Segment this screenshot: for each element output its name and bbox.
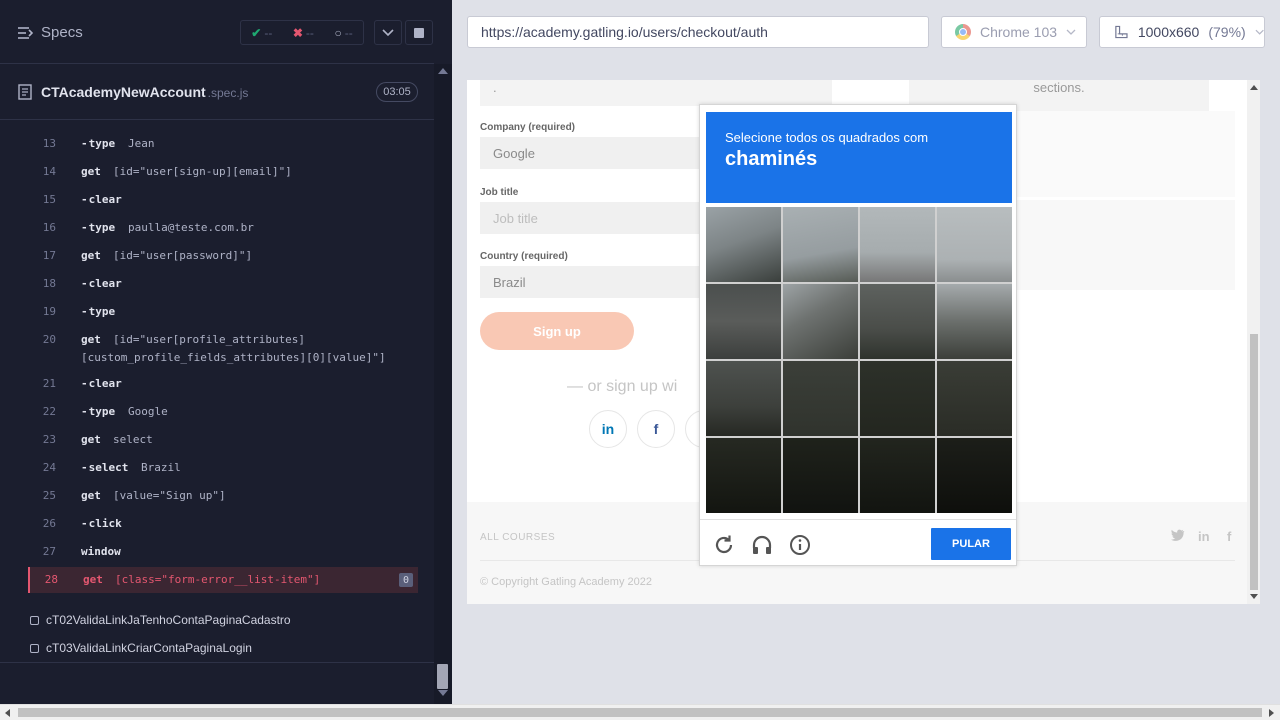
- horizontal-scrollbar[interactable]: [0, 704, 1280, 720]
- captcha-image-grid: [706, 207, 1012, 513]
- ruler-icon: [1115, 25, 1128, 39]
- captcha-tile[interactable]: [937, 207, 1012, 282]
- facebook-icon[interactable]: f: [1227, 529, 1231, 544]
- scroll-down-icon[interactable]: [1250, 594, 1258, 599]
- captcha-tile[interactable]: [860, 207, 935, 282]
- zoom-level: (79%): [1208, 24, 1246, 40]
- captcha-footer: PULAR: [700, 519, 1016, 565]
- failed-stat: ✖ --: [292, 25, 314, 40]
- spec-title[interactable]: CTAcademyNewAccount .spec.js: [41, 84, 248, 100]
- captcha-tile[interactable]: [860, 438, 935, 513]
- test-item[interactable]: cT02ValidaLinkJaTenhoContaPaginaCadastro: [30, 613, 291, 627]
- reporter-header: Specs ✔ -- ✖ -- ○ --: [0, 0, 434, 64]
- viewport-size: 1000x660: [1137, 24, 1200, 40]
- captcha-tile[interactable]: [783, 207, 858, 282]
- duration-badge: 03:05: [376, 82, 418, 102]
- captcha-tile[interactable]: [783, 438, 858, 513]
- company-label: Company (required): [480, 122, 576, 133]
- chevron-down-icon: [1255, 29, 1264, 35]
- spec-name-text: CTAcademyNewAccount: [41, 84, 206, 100]
- sign-up-button[interactable]: Sign up: [480, 312, 634, 350]
- menu-icon: [18, 26, 33, 39]
- scrollbar-thumb[interactable]: [18, 708, 1262, 717]
- spinner-icon: ○: [334, 25, 342, 40]
- recaptcha-challenge: Selecione todos os quadrados com chaminé…: [699, 104, 1017, 566]
- captcha-tile[interactable]: [706, 438, 781, 513]
- captcha-tile[interactable]: [706, 207, 781, 282]
- stop-button[interactable]: [405, 20, 433, 45]
- x-icon: ✖: [292, 25, 303, 40]
- scroll-up-icon[interactable]: [438, 68, 448, 74]
- captcha-tile[interactable]: [860, 284, 935, 359]
- top-field[interactable]: .: [480, 80, 832, 106]
- document-icon: [18, 84, 32, 100]
- facebook-button[interactable]: f: [637, 410, 675, 448]
- scrollbar-thumb[interactable]: [437, 664, 448, 689]
- reporter-panel: Specs ✔ -- ✖ -- ○ -- CTAcademyNewAccount .sp…: [0, 0, 452, 704]
- reporter-scrollbar[interactable]: [434, 64, 452, 704]
- pending-stat: ○ --: [334, 25, 353, 40]
- scroll-right-icon[interactable]: [1269, 709, 1274, 717]
- specs-button[interactable]: Specs: [17, 24, 83, 41]
- twitter-icon[interactable]: [1171, 529, 1185, 544]
- aut-scrollbar[interactable]: [1247, 80, 1260, 604]
- url-bar[interactable]: https://academy.gatling.io/users/checkou…: [467, 16, 929, 48]
- spec-ext: .spec.js: [207, 86, 249, 100]
- element-count-badge: 0: [399, 573, 413, 587]
- captcha-tile[interactable]: [937, 438, 1012, 513]
- scroll-left-icon[interactable]: [5, 709, 10, 717]
- captcha-instructions: Selecione todos os quadrados com chaminé…: [706, 112, 1012, 203]
- job-title-label: Job title: [480, 187, 519, 198]
- headphones-icon[interactable]: [750, 533, 774, 557]
- chevron-down-icon: [382, 28, 394, 36]
- captcha-instruction-line: Selecione todos os quadrados com: [725, 130, 929, 145]
- info-icon[interactable]: [788, 533, 812, 557]
- stats-bar: ✔ -- ✖ -- ○ --: [240, 20, 364, 45]
- all-courses-link[interactable]: ALL COURSES: [480, 532, 555, 543]
- linkedin-icon[interactable]: in: [1198, 529, 1210, 544]
- command-row-failed[interactable]: 28 get [class="form-error__list-item"] 0: [28, 567, 418, 593]
- test-title: cT03ValidaLinkCriarContaPaginaLogin: [46, 641, 252, 655]
- cypress-runner: Specs ✔ -- ✖ -- ○ -- CTAcademyNewAccount .sp…: [0, 0, 1280, 720]
- check-icon: ✔: [251, 25, 262, 40]
- expand-button[interactable]: [374, 20, 402, 45]
- captcha-tile[interactable]: [706, 284, 781, 359]
- browser-label: Chrome 103: [980, 24, 1058, 40]
- captcha-tile[interactable]: [706, 361, 781, 436]
- stop-icon: [414, 27, 424, 38]
- viewport-selector[interactable]: 1000x660 (79%): [1099, 16, 1265, 48]
- specs-label: Specs: [41, 24, 83, 41]
- scroll-up-icon[interactable]: [1250, 85, 1258, 90]
- linkedin-button[interactable]: in: [589, 410, 627, 448]
- chrome-icon: [955, 24, 971, 40]
- browser-selector[interactable]: Chrome 103: [941, 16, 1087, 48]
- side-text: sections.: [1033, 80, 1085, 95]
- captcha-tile[interactable]: [937, 361, 1012, 436]
- scrollbar-thumb[interactable]: [1250, 334, 1258, 590]
- passed-stat: ✔ --: [251, 25, 273, 40]
- skip-button[interactable]: PULAR: [931, 528, 1011, 560]
- or-sign-up-text: — or sign up wi: [567, 378, 678, 395]
- copyright-text: © Copyright Gatling Academy 2022: [480, 576, 652, 588]
- captcha-tile[interactable]: [937, 284, 1012, 359]
- captcha-target-word: chaminés: [725, 148, 818, 170]
- reload-icon[interactable]: [712, 533, 736, 557]
- captcha-tile[interactable]: [783, 284, 858, 359]
- captcha-tile[interactable]: [783, 361, 858, 436]
- country-label: Country (required): [480, 251, 568, 262]
- checkbox-icon: [30, 643, 39, 653]
- chevron-down-icon: [1066, 29, 1076, 35]
- scroll-down-icon[interactable]: [438, 690, 448, 696]
- captcha-tile[interactable]: [860, 361, 935, 436]
- test-item[interactable]: cT03ValidaLinkCriarContaPaginaLogin: [30, 641, 252, 655]
- test-title: cT02ValidaLinkJaTenhoContaPaginaCadastro: [46, 613, 291, 627]
- checkbox-icon: [30, 615, 39, 625]
- divider: [0, 662, 434, 663]
